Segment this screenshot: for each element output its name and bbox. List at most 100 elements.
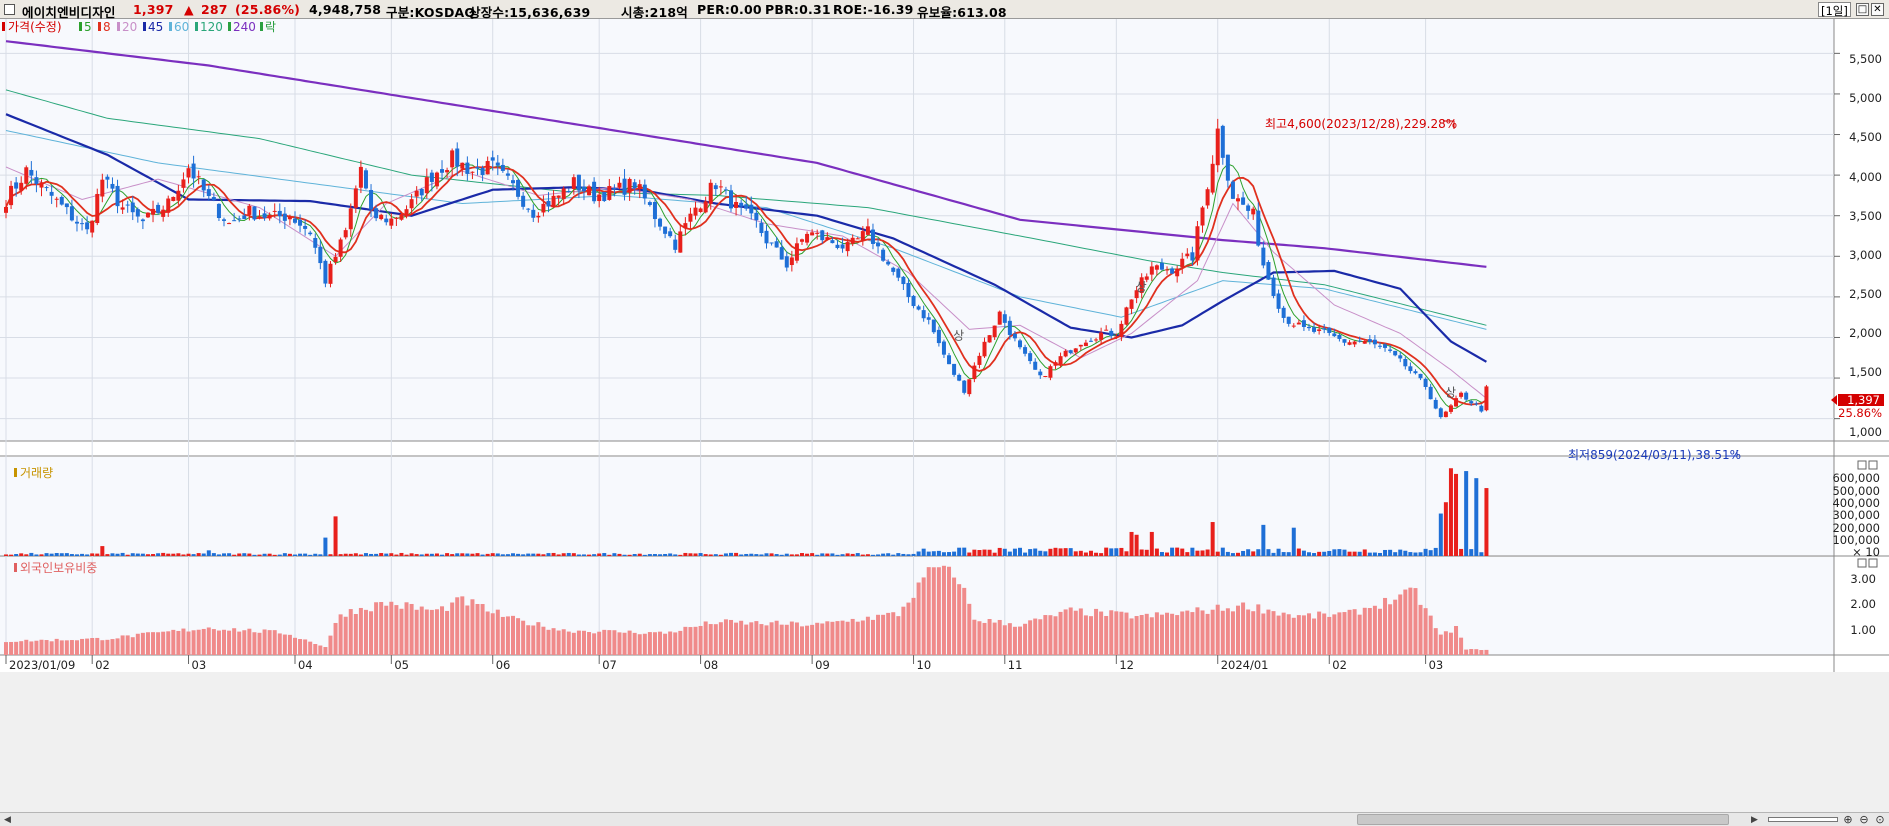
candle-body bbox=[475, 167, 480, 169]
scroll-left-icon[interactable]: ◀ bbox=[1, 814, 14, 826]
candle-body bbox=[1337, 334, 1342, 339]
candle-body bbox=[1241, 197, 1246, 205]
zoom-reset-icon[interactable]: ⊙ bbox=[1873, 813, 1887, 826]
foreign-bar bbox=[1099, 611, 1104, 655]
foreign-bar bbox=[1241, 602, 1246, 655]
candle-body bbox=[298, 219, 303, 226]
timeframe-button[interactable]: [1일] bbox=[1818, 2, 1851, 18]
volume-bar bbox=[673, 554, 678, 556]
volume-panel-max-icon[interactable] bbox=[1857, 460, 1867, 470]
volume-panel-close-icon[interactable] bbox=[1868, 460, 1878, 470]
volume-bar bbox=[100, 546, 105, 556]
volume-bar bbox=[835, 554, 840, 556]
foreign-bar bbox=[1043, 615, 1048, 655]
volume-bar bbox=[44, 553, 49, 556]
scroll-thumb[interactable] bbox=[1357, 814, 1729, 825]
volume-axis: 600,000 500,000 400,000 300,000 200,000 … bbox=[1832, 471, 1880, 559]
volume-bar bbox=[1063, 548, 1068, 556]
volume-bar bbox=[992, 552, 997, 556]
candle-body bbox=[429, 172, 434, 182]
date-label: 02 bbox=[1332, 658, 1347, 672]
volume-bar bbox=[1028, 549, 1033, 556]
candle-body bbox=[379, 214, 384, 220]
chart-scrollbar[interactable]: ◀ ▶ ⊕ ⊖ ⊙ bbox=[0, 812, 1889, 826]
volume-bar bbox=[59, 553, 64, 556]
volume-bar bbox=[1474, 478, 1479, 556]
foreign-bar bbox=[1094, 608, 1099, 655]
volume-bar bbox=[587, 554, 592, 556]
foreign-bar bbox=[64, 640, 69, 655]
candle-body bbox=[754, 212, 759, 221]
candle-body bbox=[1109, 330, 1114, 336]
candle-body bbox=[1149, 266, 1154, 275]
foreign-bar bbox=[1322, 613, 1327, 655]
foreign-bar bbox=[374, 602, 379, 655]
foreign-bar bbox=[1408, 587, 1413, 655]
volume-bar bbox=[840, 554, 845, 556]
foreign-bar bbox=[105, 639, 110, 655]
volume-bar bbox=[1464, 471, 1469, 556]
foreign-bar bbox=[460, 596, 465, 655]
price-tick: 3,500 bbox=[1849, 209, 1882, 223]
volume-bar bbox=[1170, 547, 1175, 556]
foreign-bar bbox=[723, 619, 728, 655]
volume-bar bbox=[1023, 552, 1028, 556]
volume-bar bbox=[419, 554, 424, 556]
volume-bar bbox=[1479, 552, 1484, 556]
price-tick: 2,500 bbox=[1849, 287, 1882, 301]
volume-bar bbox=[617, 553, 622, 556]
candle-body bbox=[156, 204, 161, 213]
candle-body bbox=[551, 195, 556, 208]
foreign-bar bbox=[1063, 609, 1068, 655]
zoom-in-icon[interactable]: ⊕ bbox=[1841, 813, 1855, 826]
legend-marker bbox=[169, 22, 172, 31]
volume-bar bbox=[404, 554, 409, 556]
foreign-bar bbox=[54, 638, 59, 655]
zoom-out-icon[interactable]: ⊖ bbox=[1857, 813, 1871, 826]
header-checkbox[interactable] bbox=[4, 4, 15, 15]
volume-bar bbox=[511, 553, 515, 556]
foreign-panel-close-icon[interactable] bbox=[1868, 558, 1878, 568]
foreign-bar bbox=[1433, 628, 1438, 655]
foreign-bar bbox=[201, 628, 206, 655]
volume-bar bbox=[161, 552, 166, 556]
minimize-icon[interactable]: □ bbox=[1856, 3, 1869, 16]
candle-body bbox=[1251, 208, 1256, 215]
volume-bar bbox=[125, 554, 130, 556]
volume-bar bbox=[1271, 552, 1276, 556]
candle-body bbox=[74, 221, 79, 224]
stock-chart[interactable]: 가격(수정) 5 8 20 45 60 120 240 락 거래량 외국인보유비… bbox=[0, 19, 1889, 812]
foreign-bar bbox=[211, 629, 216, 655]
candle-body bbox=[64, 203, 69, 208]
candle-body bbox=[323, 260, 328, 284]
candle-body bbox=[799, 239, 804, 242]
foreign-bar bbox=[44, 640, 49, 655]
candle-body bbox=[744, 204, 749, 209]
foreign-bar bbox=[171, 629, 176, 655]
foreign-bar bbox=[9, 641, 14, 655]
scroll-right-icon[interactable]: ▶ bbox=[1748, 814, 1761, 826]
candle-body bbox=[1322, 328, 1327, 330]
candle-body bbox=[1220, 125, 1225, 158]
volume-bar bbox=[1007, 551, 1012, 556]
zoom-slider[interactable] bbox=[1768, 817, 1838, 822]
legend-price: 가격(수정) bbox=[8, 20, 62, 34]
foreign-panel-max-icon[interactable] bbox=[1857, 558, 1867, 568]
price-tick: 1,000 bbox=[1849, 425, 1882, 439]
candle-body bbox=[358, 166, 363, 188]
foreign-bar bbox=[1383, 597, 1388, 655]
foreign-bar bbox=[1388, 604, 1393, 655]
foreign-bar bbox=[237, 631, 242, 655]
candle-body bbox=[820, 230, 825, 241]
volume-bar bbox=[500, 554, 505, 556]
foreign-bar bbox=[151, 632, 156, 655]
candle-body bbox=[211, 197, 216, 200]
volume-bar bbox=[581, 554, 586, 556]
candle-body bbox=[1347, 342, 1352, 345]
close-icon[interactable]: ✕ bbox=[1871, 3, 1884, 16]
foreign-bar bbox=[1281, 612, 1286, 655]
foreign-bar bbox=[328, 635, 333, 655]
candle-body bbox=[749, 204, 754, 214]
last-price-value: 1,397 bbox=[1847, 393, 1880, 407]
foreign-bar bbox=[222, 629, 227, 655]
